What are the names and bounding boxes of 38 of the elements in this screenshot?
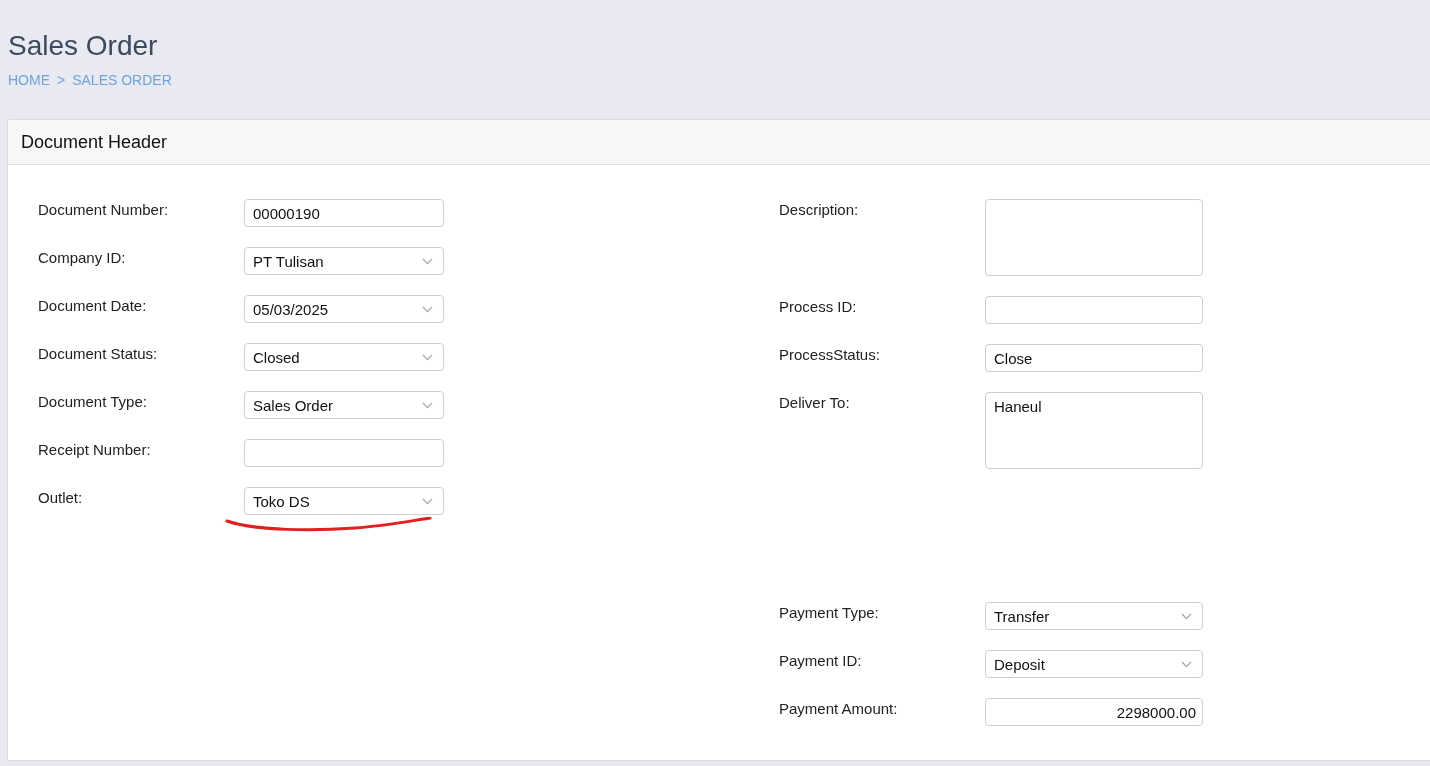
panel-title: Document Header xyxy=(21,131,168,153)
chevron-down-icon xyxy=(422,305,433,313)
field-label: Process ID: xyxy=(779,297,858,317)
text-area[interactable] xyxy=(985,199,1203,276)
page-title: Sales Order xyxy=(7,29,159,63)
dropdown-field[interactable]: Toko DS xyxy=(244,487,444,515)
dropdown-field[interactable]: Deposit xyxy=(985,650,1203,678)
text-field[interactable]: 00000190 xyxy=(244,199,444,227)
amount-field[interactable]: 2298000.00 xyxy=(985,698,1203,726)
field-label: Outlet: xyxy=(38,488,84,508)
field-label: Document Status: xyxy=(38,344,159,364)
field-label: Deliver To: xyxy=(779,393,851,413)
dropdown-field[interactable]: Closed xyxy=(244,343,444,371)
breadcrumb-separator: > xyxy=(57,72,66,88)
field-label: Receipt Number: xyxy=(38,440,152,460)
field-label: Payment Type: xyxy=(779,603,880,623)
dropdown-field[interactable]: Sales Order xyxy=(244,391,444,419)
field-label: Document Number: xyxy=(38,200,170,220)
field-label: Company ID: xyxy=(38,248,127,268)
chevron-down-icon xyxy=(422,257,433,265)
chevron-down-icon xyxy=(422,497,433,505)
dropdown-field[interactable]: PT Tulisan xyxy=(244,247,444,275)
chevron-down-icon xyxy=(422,353,433,361)
field-label: Document Type: xyxy=(38,392,148,412)
field-label: ProcessStatus: xyxy=(779,345,881,365)
dropdown-field[interactable]: 05/03/2025 xyxy=(244,295,444,323)
text-field[interactable]: Close xyxy=(985,344,1203,372)
text-area[interactable]: Haneul xyxy=(985,392,1203,469)
field-label: Description: xyxy=(779,200,860,220)
chevron-down-icon xyxy=(422,401,433,409)
field-label: Payment Amount: xyxy=(779,699,899,719)
field-label: Document Date: xyxy=(38,296,148,316)
dropdown-field[interactable]: Transfer xyxy=(985,602,1203,630)
field-label: Payment ID: xyxy=(779,651,863,671)
chevron-down-icon xyxy=(1181,660,1192,668)
text-field[interactable] xyxy=(244,439,444,467)
chevron-down-icon xyxy=(1181,612,1192,620)
text-field[interactable] xyxy=(985,296,1203,324)
